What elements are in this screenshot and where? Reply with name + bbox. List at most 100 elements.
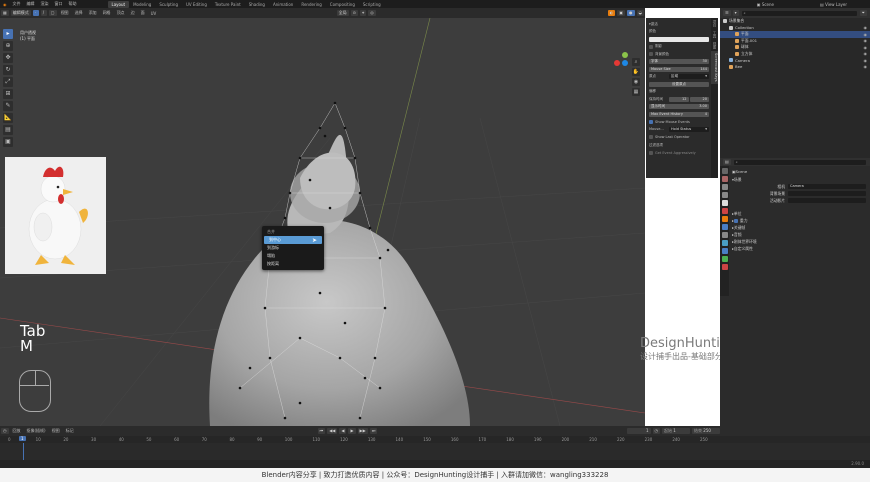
current-frame-marker[interactable]: 1 xyxy=(19,436,26,441)
outliner-search-input[interactable]: ⌕ xyxy=(741,10,857,16)
mouse-size-field[interactable]: Mouse Size 144 xyxy=(649,66,709,72)
object-props-icon[interactable] xyxy=(721,216,728,222)
tab-modeling[interactable]: Modeling xyxy=(129,1,155,8)
background-scene-row[interactable]: 背景场景 xyxy=(732,190,870,197)
row-show-mouse[interactable]: Show Mouse Events xyxy=(649,119,709,125)
constraints-props-icon[interactable] xyxy=(721,248,728,254)
show-mouse-checkbox[interactable] xyxy=(649,119,653,124)
row-set-origin[interactable]: 设置原点 xyxy=(649,81,709,87)
output-props-icon[interactable] xyxy=(721,184,728,190)
menu-view[interactable]: 视图 xyxy=(58,10,72,16)
scene-props-icon[interactable] xyxy=(721,200,728,206)
menu-vertex[interactable]: 顶点 xyxy=(114,10,128,16)
tab-item[interactable]: 项目 xyxy=(711,18,718,29)
jump-end-icon[interactable]: ⏭ xyxy=(369,428,378,434)
row-max-history[interactable]: Max Event History 4 xyxy=(649,111,709,117)
origin-dropdown[interactable]: 区域 ▾ xyxy=(669,74,709,79)
row-font-size[interactable]: 字体 30 xyxy=(649,59,709,65)
row-aggressive[interactable]: Get Event Aggressively xyxy=(649,150,709,156)
menu-playback[interactable]: 回放 xyxy=(10,428,24,434)
move-icon[interactable]: ✥ xyxy=(3,53,13,63)
outliner-item[interactable]: Bee ◉ xyxy=(720,64,870,71)
section-header[interactable]: ▾ 激活 xyxy=(649,21,709,27)
hold-x-field[interactable]: 12 xyxy=(669,96,689,102)
shading-material-icon[interactable]: ◒ xyxy=(636,10,644,16)
proportional-icon[interactable]: ◎ xyxy=(368,10,376,16)
zoom-icon[interactable]: ⌕ xyxy=(632,58,640,66)
tab-animation[interactable]: Animation xyxy=(269,1,297,8)
gravity-checkbox[interactable] xyxy=(733,218,738,223)
rotate-icon[interactable]: ↻ xyxy=(3,65,13,75)
row-hold-time[interactable]: 保持时间 12 20 xyxy=(649,96,709,102)
menu-marker[interactable]: 标记 xyxy=(63,428,77,434)
visibility-eye-icon[interactable]: ◉ xyxy=(864,25,868,30)
max-history-field[interactable]: Max Event History 4 xyxy=(649,111,709,117)
menu-render[interactable]: 渲染 xyxy=(38,1,52,7)
vertex-select-button[interactable]: · xyxy=(32,10,39,16)
menu-mesh[interactable]: 网格 xyxy=(100,10,114,16)
tab-scripting[interactable]: Scripting xyxy=(359,1,385,8)
scene-selector[interactable]: ▣ Scene xyxy=(754,2,777,7)
play-reverse-icon[interactable]: ◀ xyxy=(339,428,347,434)
panel-rigid-body[interactable]: ▸ 刚体世界环境 xyxy=(732,238,870,245)
row-shadow[interactable]: 阴影 xyxy=(649,44,709,50)
color-field[interactable] xyxy=(649,36,709,42)
transform-orientation[interactable]: 全局 xyxy=(336,10,349,16)
background-scene-field[interactable] xyxy=(788,191,866,196)
active-clip-field[interactable] xyxy=(788,198,866,203)
edge-select-button[interactable]: / xyxy=(40,10,47,16)
clock-icon[interactable]: ◷ xyxy=(652,428,660,434)
tab-screencast-keys[interactable]: Screencast Keys xyxy=(711,51,718,84)
merge-collapse[interactable]: 塌陷 xyxy=(262,252,324,260)
properties-type-icon[interactable]: ▤ xyxy=(723,159,731,165)
tab-sculpting[interactable]: Sculpting xyxy=(155,1,182,8)
world-props-icon[interactable] xyxy=(721,208,728,214)
color-swatch[interactable] xyxy=(649,36,709,42)
menu-file[interactable]: 文件 xyxy=(10,1,24,7)
snap-icon[interactable]: ⌖ xyxy=(359,10,367,16)
menu-timeline-view[interactable]: 视图 xyxy=(49,428,63,434)
mode-selector[interactable]: 编辑模式 xyxy=(10,10,31,16)
face-select-button[interactable]: ▢ xyxy=(48,10,57,16)
modifier-props-icon[interactable] xyxy=(721,224,728,230)
end-frame-field[interactable]: 结束 250 xyxy=(692,428,720,434)
view-layer-selector[interactable]: ▤ View Layer xyxy=(817,2,850,7)
visibility-eye-icon[interactable]: ◉ xyxy=(864,51,868,56)
tab-uv-editing[interactable]: UV Editing xyxy=(182,1,211,8)
row-mouse-size[interactable]: Mouse Size 144 xyxy=(649,66,709,72)
mouse-mode-dropdown[interactable]: Hold Status ▾ xyxy=(669,126,709,132)
timeline-body[interactable] xyxy=(0,443,870,460)
grid-icon[interactable]: ▦ xyxy=(632,88,640,96)
render-props-icon[interactable] xyxy=(721,176,728,182)
start-frame-field[interactable]: 起始 1 xyxy=(662,428,690,434)
menu-help[interactable]: 帮助 xyxy=(66,1,80,7)
menu-add[interactable]: 添加 xyxy=(86,10,100,16)
panel-units[interactable]: ▸ 单位 xyxy=(732,210,870,217)
menu-select[interactable]: 选择 xyxy=(72,10,86,16)
panel-keyframes[interactable]: ▸ 关键帧 xyxy=(732,224,870,231)
tab-view[interactable]: 视图 xyxy=(711,40,718,51)
bg-checkbox[interactable] xyxy=(649,52,653,56)
visibility-eye-icon[interactable]: ◉ xyxy=(864,64,868,69)
visibility-eye-icon[interactable]: ◉ xyxy=(864,32,868,37)
panel-gravity[interactable]: ▸ 重力 xyxy=(732,217,870,224)
inset-icon[interactable]: ▣ xyxy=(3,137,13,147)
merge-at-cursor[interactable]: 到游标 xyxy=(262,244,324,252)
shading-solid-icon[interactable]: ● xyxy=(627,10,635,16)
aggressive-checkbox[interactable] xyxy=(649,151,653,155)
menu-edit[interactable]: 编辑 xyxy=(24,1,38,7)
scene-panel-header[interactable]: ▾ 场景 xyxy=(732,176,870,183)
menu-uv[interactable]: UV xyxy=(148,11,160,16)
tab-layout[interactable]: Layout xyxy=(107,0,130,8)
play-icon[interactable]: ▶ xyxy=(348,428,356,434)
annotate-icon[interactable]: ✎ xyxy=(3,101,13,111)
measure-icon[interactable]: 📐 xyxy=(3,113,13,123)
extrude-icon[interactable]: ▤ xyxy=(3,125,13,135)
outliner-type-icon[interactable]: ☰ xyxy=(723,10,731,16)
panel-custom-props[interactable]: ▸ 自定义属性 xyxy=(732,245,870,252)
next-key-icon[interactable]: ▶▶ xyxy=(357,428,368,434)
menu-window[interactable]: 窗口 xyxy=(52,1,66,7)
font-size-field[interactable]: 字体 30 xyxy=(649,59,709,64)
display-mode-icon[interactable]: ▾ xyxy=(732,10,739,16)
timeline-type-icon[interactable]: ◷ xyxy=(1,428,9,434)
